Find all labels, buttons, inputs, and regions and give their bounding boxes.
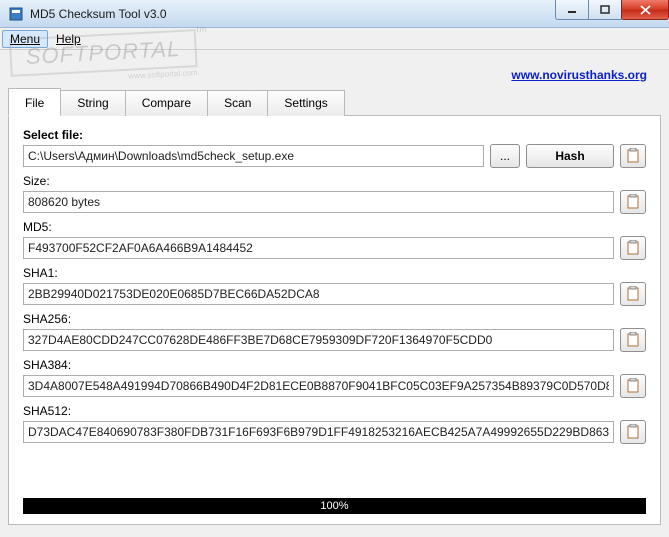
copy-sha256-button[interactable] [620, 328, 646, 352]
select-file-label: Select file: [23, 128, 646, 142]
browse-button[interactable]: ... [490, 144, 520, 168]
sha256-label: SHA256: [23, 312, 646, 326]
website-link[interactable]: www.novirusthanks.org [511, 68, 647, 82]
sha384-output[interactable] [23, 375, 614, 397]
tab-body-file: Select file: ... Hash Size: [8, 115, 661, 525]
clipboard-icon [626, 332, 640, 348]
clipboard-icon [626, 194, 640, 210]
size-label: Size: [23, 174, 646, 188]
minimize-button[interactable] [555, 0, 589, 20]
sha512-label: SHA512: [23, 404, 646, 418]
menu-menu[interactable]: Menu [2, 30, 48, 48]
md5-label: MD5: [23, 220, 646, 234]
tab-strip: File String Compare Scan Settings [8, 88, 661, 116]
titlebar: MD5 Checksum Tool v3.0 [0, 0, 669, 28]
menu-help[interactable]: Help [48, 30, 89, 48]
app-icon [8, 6, 24, 22]
tab-file[interactable]: File [8, 88, 61, 116]
sha384-label: SHA384: [23, 358, 646, 372]
hash-button[interactable]: Hash [526, 144, 614, 168]
copy-sha384-button[interactable] [620, 374, 646, 398]
clipboard-icon [626, 378, 640, 394]
copy-size-button[interactable] [620, 190, 646, 214]
tab-compare[interactable]: Compare [125, 90, 208, 116]
clipboard-icon [626, 286, 640, 302]
paste-button[interactable] [620, 144, 646, 168]
tab-scan[interactable]: Scan [207, 90, 268, 116]
tab-settings[interactable]: Settings [267, 90, 344, 116]
clipboard-icon [626, 240, 640, 256]
clipboard-icon [626, 148, 640, 164]
client-area: www.novirusthanks.org File String Compar… [0, 50, 669, 537]
size-output[interactable] [23, 191, 614, 213]
file-path-input[interactable] [23, 145, 484, 167]
progress-bar: 100% [23, 498, 646, 514]
tab-control: File String Compare Scan Settings Select… [8, 88, 661, 525]
tab-string[interactable]: String [60, 90, 125, 116]
sha1-output[interactable] [23, 283, 614, 305]
copy-sha1-button[interactable] [620, 282, 646, 306]
copy-sha512-button[interactable] [620, 420, 646, 444]
window-title: MD5 Checksum Tool v3.0 [30, 7, 167, 21]
copy-md5-button[interactable] [620, 236, 646, 260]
window-controls [556, 0, 669, 20]
sha512-output[interactable] [23, 421, 614, 443]
clipboard-icon [626, 424, 640, 440]
md5-output[interactable] [23, 237, 614, 259]
close-button[interactable] [621, 0, 669, 20]
sha256-output[interactable] [23, 329, 614, 351]
maximize-button[interactable] [588, 0, 622, 20]
menubar: Menu Help [0, 28, 669, 50]
link-area: www.novirusthanks.org [8, 58, 661, 82]
sha1-label: SHA1: [23, 266, 646, 280]
progress-text: 100% [320, 500, 348, 512]
